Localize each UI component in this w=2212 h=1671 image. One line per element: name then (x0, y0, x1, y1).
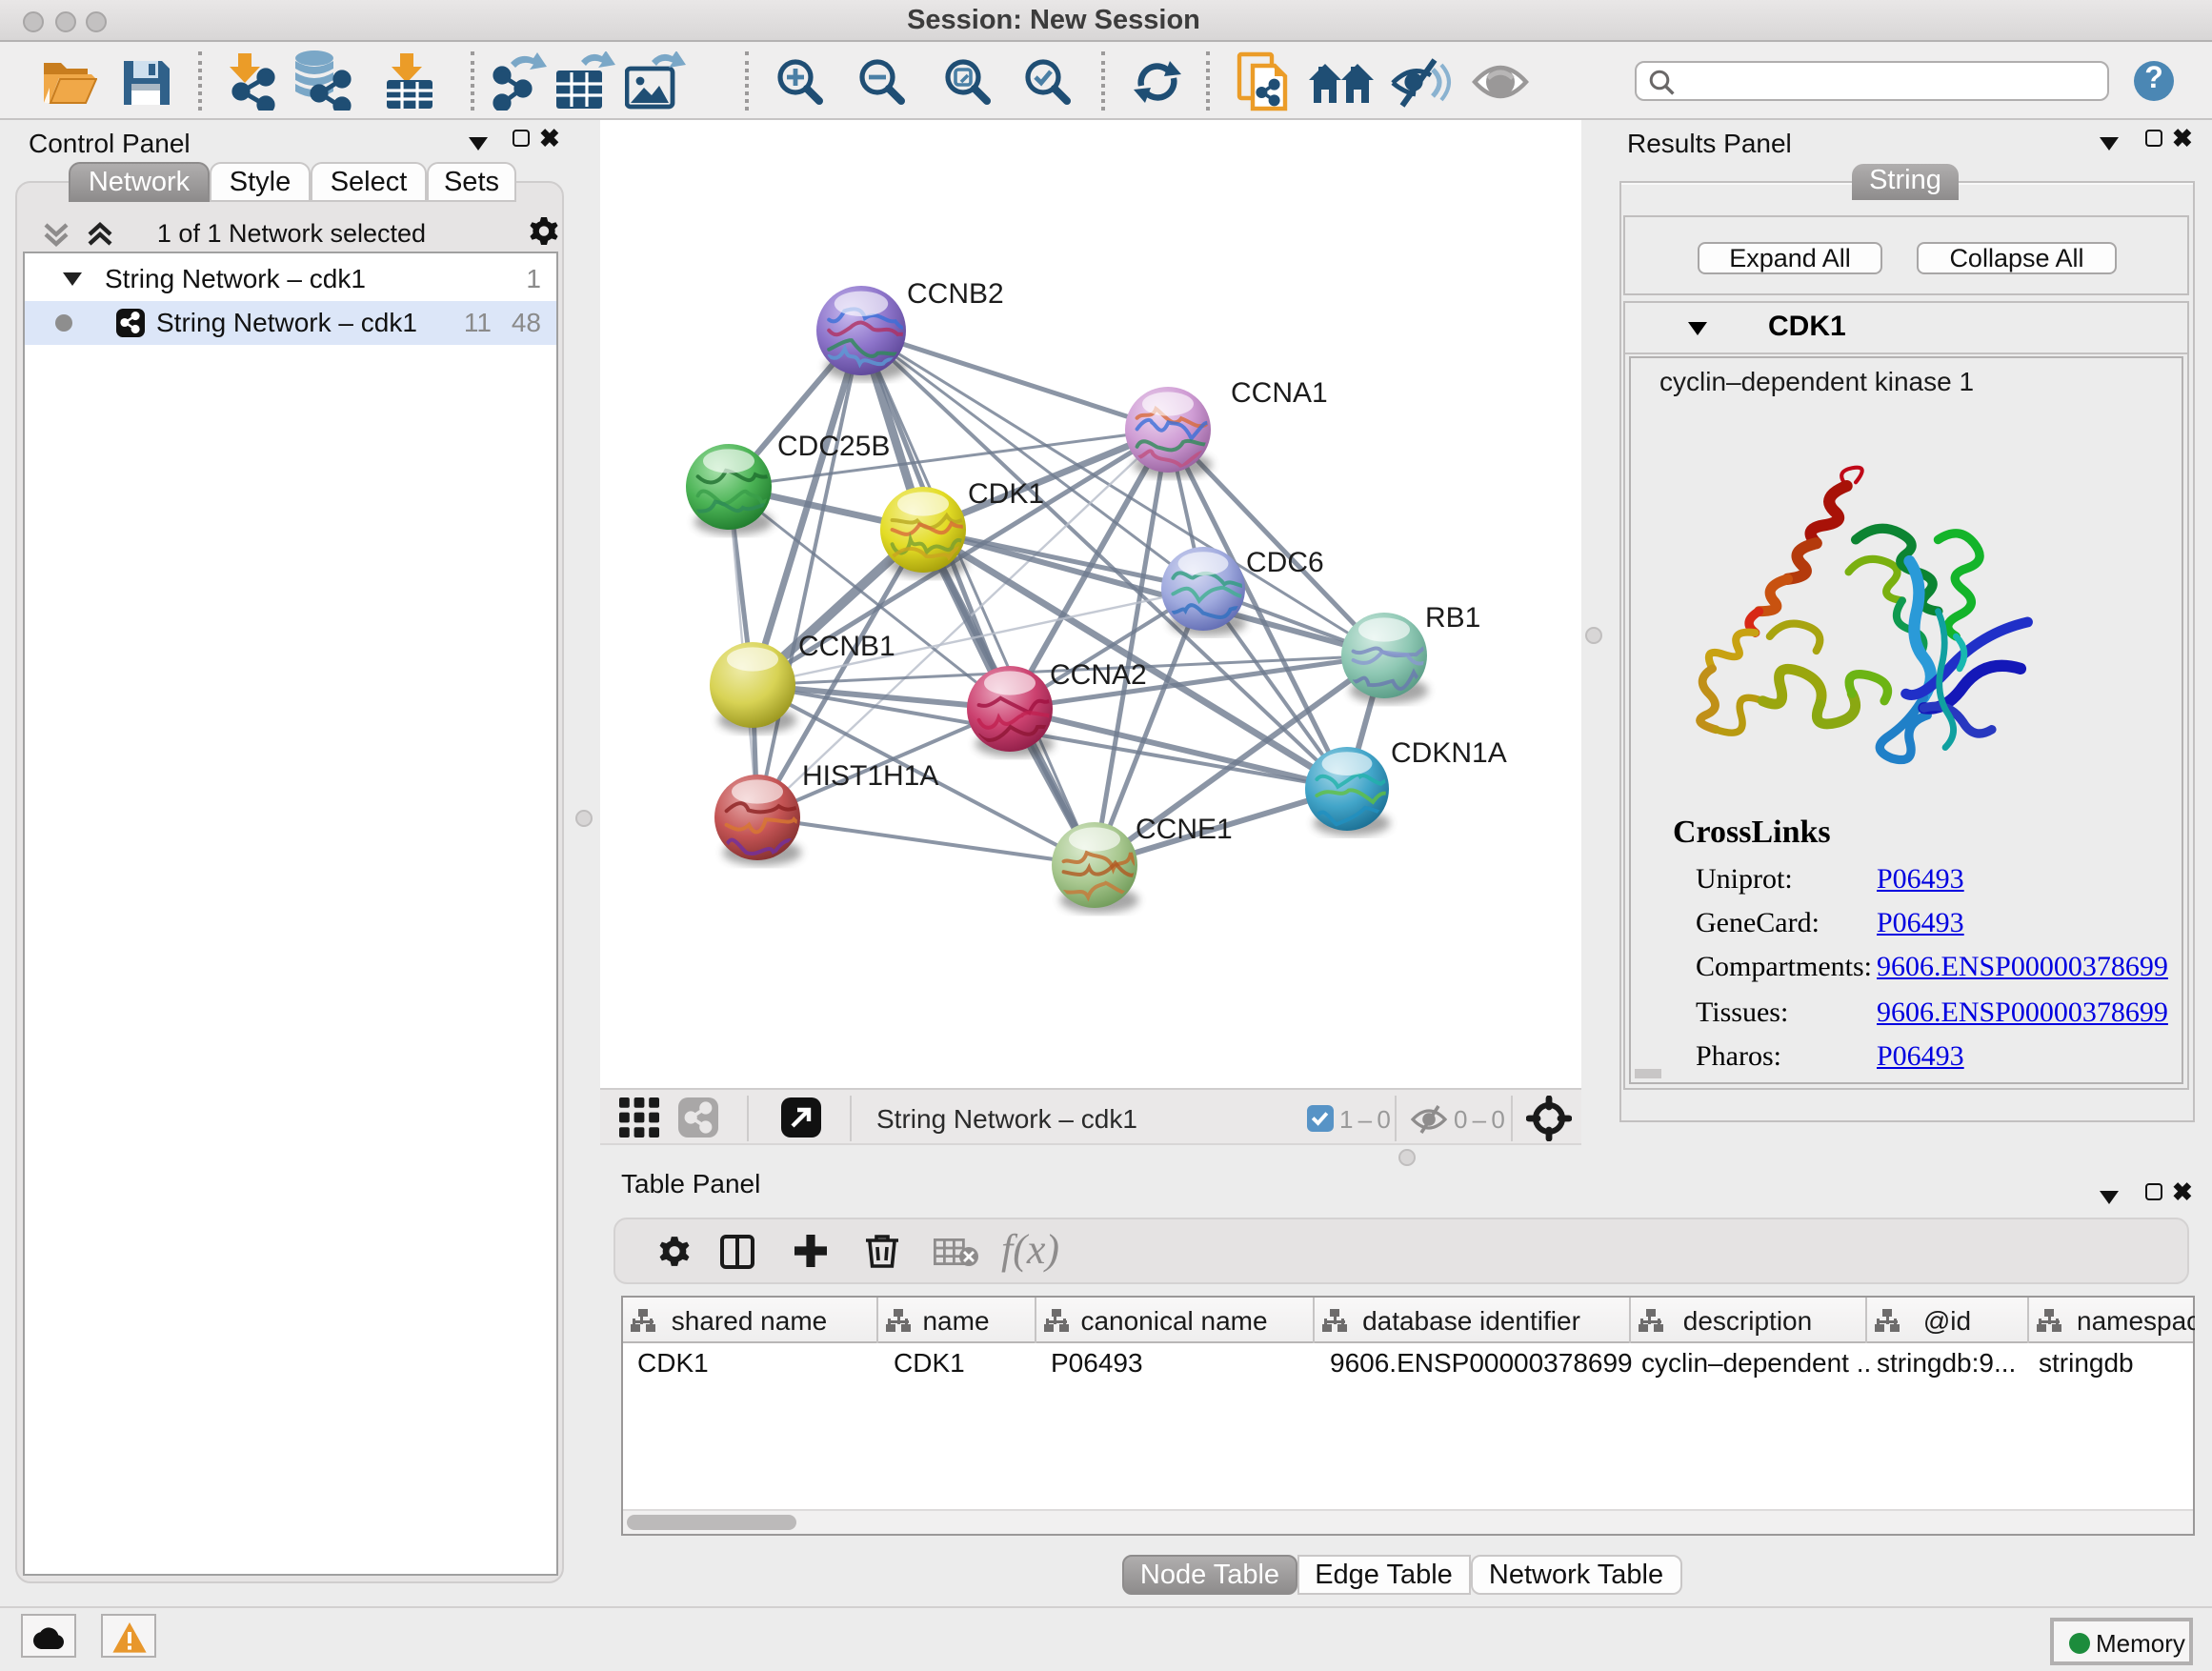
svg-text:CCNB2: CCNB2 (907, 278, 1004, 310)
svg-text:CCNA2: CCNA2 (1050, 659, 1147, 691)
svg-text:CDC25B: CDC25B (777, 431, 890, 462)
svg-text:CDC6: CDC6 (1246, 547, 1324, 578)
svg-text:CCNA1: CCNA1 (1231, 377, 1328, 409)
svg-text:RB1: RB1 (1425, 602, 1480, 634)
svg-text:CDK1: CDK1 (968, 478, 1044, 510)
svg-text:CDKN1A: CDKN1A (1391, 737, 1507, 769)
svg-text:CCNE1: CCNE1 (1136, 814, 1233, 845)
svg-text:CCNB1: CCNB1 (798, 631, 895, 662)
svg-text:HIST1H1A: HIST1H1A (802, 760, 938, 792)
